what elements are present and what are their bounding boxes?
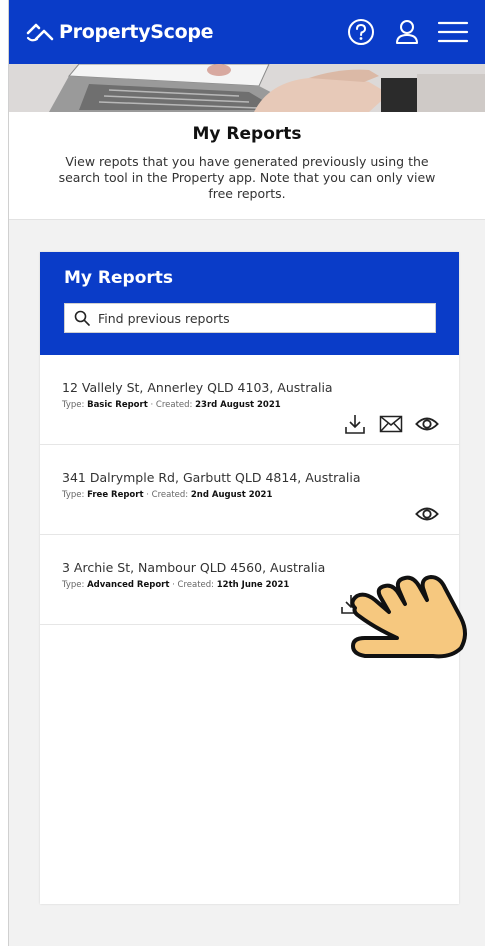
user-icon xyxy=(396,20,418,44)
report-meta: Type: Free Report · Created: 2nd August … xyxy=(62,490,273,500)
laptop-hands-image xyxy=(9,64,485,112)
eye-icon xyxy=(415,507,439,521)
window-edge xyxy=(0,0,9,946)
report-address: 341 Dalrymple Rd, Garbutt QLD 4814, Aust… xyxy=(62,470,361,485)
report-type: Basic Report xyxy=(87,400,148,410)
pointing-hand-icon xyxy=(350,575,467,659)
report-item[interactable]: 341 Dalrymple Rd, Garbutt QLD 4814, Aust… xyxy=(40,445,459,535)
view-button[interactable] xyxy=(415,502,439,526)
logo-icon xyxy=(26,23,54,42)
report-type: Free Report xyxy=(87,490,144,500)
app-header: PropertyScope xyxy=(9,0,485,64)
page-description: View repots that you have generated prev… xyxy=(58,154,436,201)
reports-panel-header: My Reports xyxy=(40,252,459,355)
download-icon xyxy=(345,415,365,434)
help-icon xyxy=(348,19,374,45)
account-button[interactable] xyxy=(391,16,423,48)
search-input[interactable] xyxy=(98,310,418,326)
report-created-date: 12th June 2021 xyxy=(216,580,290,590)
intro-section: My Reports View repots that you have gen… xyxy=(9,112,485,220)
report-meta: Type: Basic Report · Created: 23rd Augus… xyxy=(62,400,281,410)
report-created-date: 23rd August 2021 xyxy=(195,400,281,410)
report-created-date: 2nd August 2021 xyxy=(190,490,273,500)
app-screen: PropertyScope My Reports View repots tha… xyxy=(9,0,485,946)
search-box[interactable] xyxy=(64,303,436,333)
reports-panel-title: My Reports xyxy=(64,268,174,288)
hero-image xyxy=(9,64,485,112)
view-button[interactable] xyxy=(415,412,439,436)
page-title: My Reports xyxy=(192,124,302,144)
email-button[interactable] xyxy=(379,412,403,436)
report-item[interactable]: 12 Vallely St, Annerley QLD 4103, Austra… xyxy=(40,355,459,445)
report-address: 12 Vallely St, Annerley QLD 4103, Austra… xyxy=(62,380,333,395)
download-button[interactable] xyxy=(343,412,367,436)
report-type: Advanced Report xyxy=(87,580,170,590)
search-icon xyxy=(74,310,90,326)
help-button[interactable] xyxy=(345,16,377,48)
menu-icon xyxy=(437,21,469,43)
brand-logo[interactable]: PropertyScope xyxy=(25,20,214,44)
eye-icon xyxy=(415,417,439,431)
brand-name: PropertyScope xyxy=(59,21,214,43)
menu-button[interactable] xyxy=(437,16,469,48)
email-icon xyxy=(379,415,403,433)
